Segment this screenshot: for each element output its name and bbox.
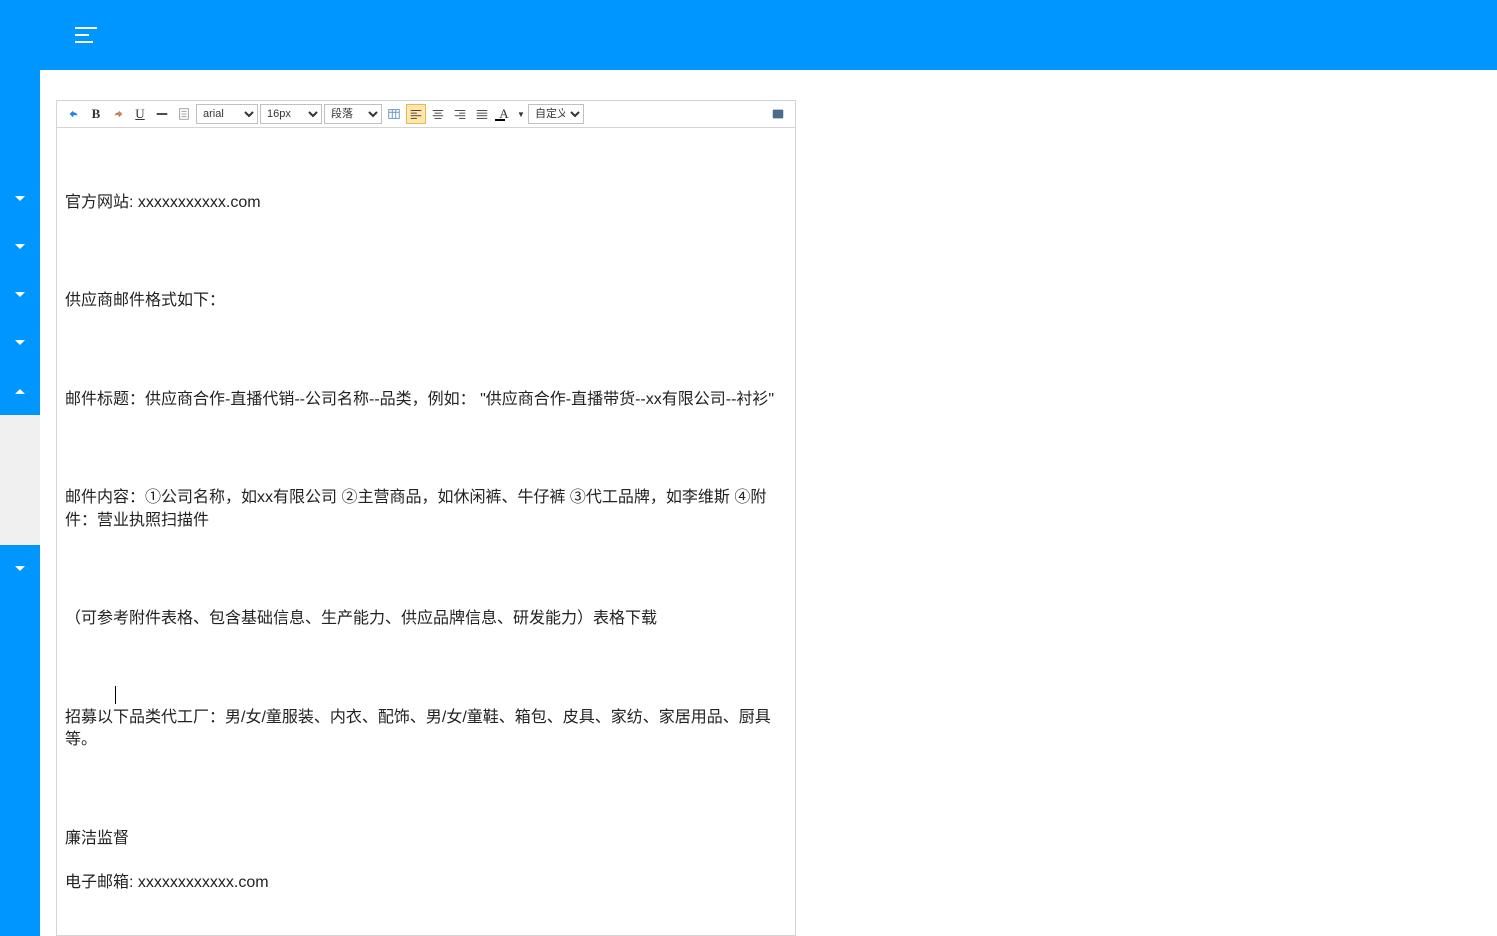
chevron-down-icon [15,340,25,346]
content-line: 邮件内容：①公司名称，如xx有限公司 ②主营商品，如休闲裤、牛仔裤 ③代工品牌，… [65,487,787,532]
underline-button[interactable]: U [130,104,150,124]
content-line: 官方网站: xxxxxxxxxxx.com [65,192,787,214]
editor-content[interactable]: 官方网站: xxxxxxxxxxx.com 供应商邮件格式如下： 邮件标题：供应… [57,128,795,935]
sidebar-item-2[interactable] [0,223,40,271]
font-color-dropdown[interactable]: ▼ [516,104,526,124]
menu-icon[interactable] [75,27,97,43]
table-icon [387,107,401,121]
bold-button[interactable]: B [86,104,106,124]
align-right-button[interactable] [450,104,470,124]
font-color-button[interactable]: A [494,104,514,124]
strikethrough-button[interactable] [152,104,172,124]
align-left-icon [409,107,423,121]
format-select[interactable]: 段落 [324,104,382,124]
chevron-down-icon [15,292,25,298]
app-header [0,0,1497,70]
undo-icon [67,107,81,121]
content-line [65,850,787,872]
chevron-down-icon [15,566,25,572]
chevron-down-icon [15,244,25,250]
align-left-button[interactable] [406,104,426,124]
fullscreen-icon [771,107,785,121]
rich-text-editor: B U arial 16px 段落 [56,100,796,936]
chevron-down-icon [15,196,25,202]
align-center-button[interactable] [428,104,448,124]
content-line: 电子邮箱: xxxxxxxxxxxx.com [65,872,787,894]
align-center-icon [431,107,445,121]
sidebar-item-6[interactable] [0,545,40,593]
cursor-line [65,684,787,706]
sidebar-item-5[interactable] [0,367,40,415]
fullscreen-button[interactable] [768,104,788,124]
content-line: 招募以下品类代工厂：男/女/童服装、内衣、配饰、男/女/童鞋、箱包、皮具、家纺、… [65,707,787,752]
document-button[interactable] [174,104,194,124]
align-justify-button[interactable] [472,104,492,124]
text-cursor [115,686,116,704]
align-justify-icon [475,107,489,121]
table-button[interactable] [384,104,404,124]
sidebar-item-3[interactable] [0,271,40,319]
font-size-select[interactable]: 16px [260,104,322,124]
custom-title-select[interactable]: 自定义标题 [528,104,584,124]
content-line: 邮件标题：供应商合作-直播代销--公司名称--品类，例如： "供应商合作-直播带… [65,389,787,411]
editor-toolbar: B U arial 16px 段落 [57,101,795,128]
main-content: B U arial 16px 段落 [40,70,1497,936]
line-icon [155,107,169,121]
sidebar-item-1[interactable] [0,175,40,223]
chevron-up-icon [15,388,25,394]
document-icon [177,107,191,121]
undo-button[interactable] [64,104,84,124]
font-family-select[interactable]: arial [196,104,258,124]
sidebar-item-4[interactable] [0,319,40,367]
content-line: 供应商邮件格式如下： [65,290,787,312]
sidebar-item-active[interactable] [0,415,40,545]
sidebar [0,70,40,936]
content-line: （可参考附件表格、包含基础信息、生产能力、供应品牌信息、研发能力）表格下载 [65,608,787,630]
redo-button[interactable] [108,104,128,124]
align-right-icon [453,107,467,121]
content-line: 廉洁监督 [65,828,787,850]
redo-icon [111,107,125,121]
